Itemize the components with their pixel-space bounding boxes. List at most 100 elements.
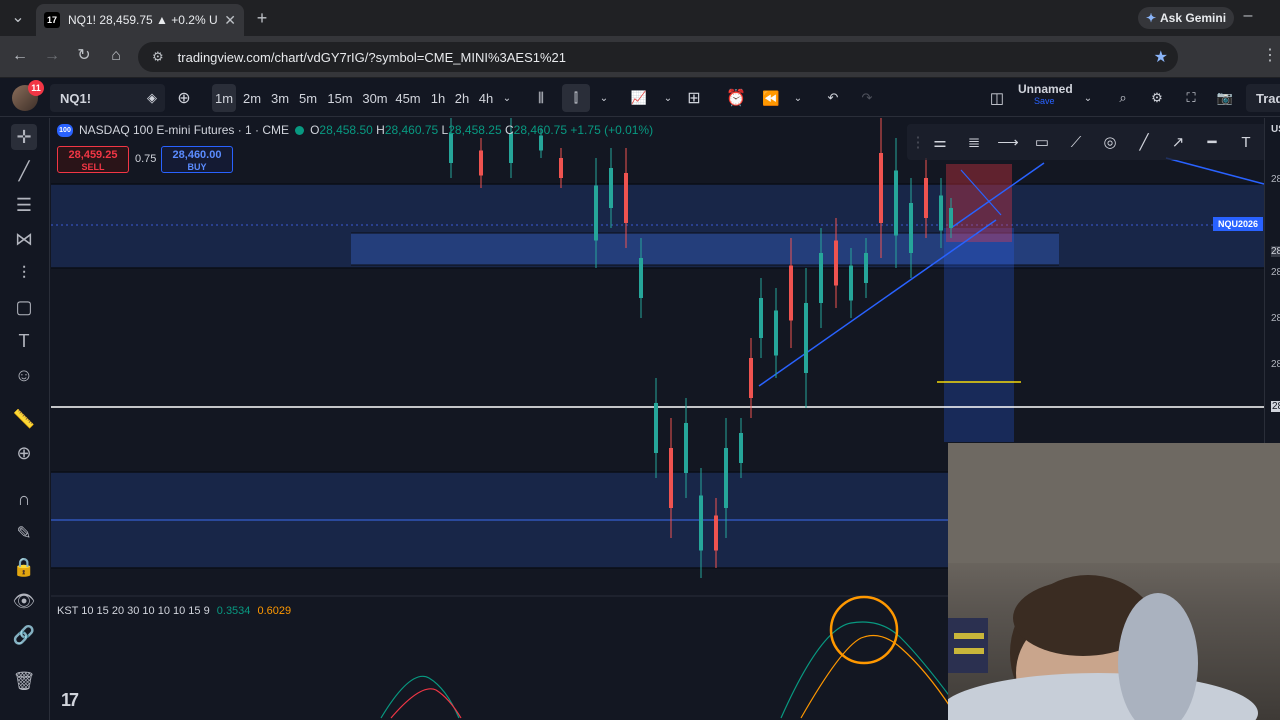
tradingview-logo[interactable]: 17 <box>61 690 79 711</box>
alert-icon[interactable]: ⏰ <box>726 79 746 117</box>
fib-icon[interactable]: ☰ <box>11 192 37 218</box>
candle-body <box>864 253 868 283</box>
rectangle-icon[interactable]: ▭ <box>1031 132 1053 154</box>
magnet-icon[interactable]: ∩ <box>11 486 37 512</box>
quick-search-icon[interactable]: ⌕ <box>1113 79 1133 117</box>
settings-icon[interactable]: ⚙ <box>1147 79 1167 117</box>
diamond-icon[interactable]: ◈ <box>143 79 161 117</box>
candle-body <box>759 298 763 338</box>
sell-button[interactable]: 28,459.25 SELL <box>57 146 129 173</box>
shapes-icon[interactable]: ▢ <box>11 294 37 320</box>
candle-body <box>699 495 703 551</box>
buy-price: 28,460.00 <box>172 149 222 161</box>
interval-4h[interactable]: 4h <box>474 79 498 117</box>
path-icon[interactable]: ⟋ <box>1065 132 1087 154</box>
text-tool-icon[interactable]: T <box>1235 132 1257 154</box>
interval-2m[interactable]: 2m <box>240 79 264 117</box>
bar-chart-icon[interactable]: ⫼ <box>532 79 550 117</box>
sell-label: SELL <box>81 162 105 172</box>
candle-body <box>749 358 753 398</box>
candle-body <box>774 310 778 356</box>
new-tab-button[interactable]: + <box>252 8 272 28</box>
layout-name-button[interactable]: Unnamed Save <box>1018 82 1090 114</box>
layout-grid-icon[interactable]: ⊞ <box>684 79 704 117</box>
stay-drawing-icon[interactable]: ✎ <box>11 520 37 546</box>
candle-body <box>834 240 838 286</box>
trade-button[interactable]: Trad <box>1246 84 1280 112</box>
address-bar[interactable]: ⚙ tradingview.com/chart/vdGY7rIG/?symbol… <box>138 42 1178 72</box>
forward-icon[interactable]: → <box>42 46 62 66</box>
chevron-down-icon[interactable]: ⌄ <box>598 79 610 117</box>
interval-1m[interactable]: 1m <box>212 84 236 112</box>
circle-icon[interactable]: ◎ <box>1099 132 1121 154</box>
candle-body <box>669 448 673 508</box>
buy-button[interactable]: 28,460.00 BUY <box>161 146 233 173</box>
ask-gemini-button[interactable]: ✦ Ask Gemini <box>1138 7 1234 29</box>
parallel-channel-icon[interactable]: ⚌ <box>929 132 951 154</box>
link-icon[interactable]: 🔗 <box>11 622 37 648</box>
emoji-icon[interactable]: ☺ <box>11 362 37 388</box>
reload-icon[interactable]: ↻ <box>74 46 94 66</box>
buy-label: BUY <box>187 162 207 172</box>
tv-header-toolbar: 11 NQ1! ◈ ⊕ 1m 2m 3m 5m 15m 30m 45m 1h 2h 4h ⌄ ⫼ … <box>0 79 1280 117</box>
replay-icon[interactable]: ⏪ <box>761 79 781 117</box>
pattern-icon[interactable]: ⋈ <box>11 226 37 252</box>
ray-icon[interactable]: ↗ <box>1167 132 1189 154</box>
menu-icon[interactable]: ⋮ <box>1260 46 1280 66</box>
tab-search-icon[interactable]: ⌄ <box>8 8 28 28</box>
trend-line-right <box>1165 157 1265 185</box>
symbol-title[interactable]: NASDAQ 100 E-mini Futures · 1 · CME <box>79 123 289 137</box>
minimize-window-icon[interactable]: – <box>1238 6 1258 26</box>
redo-icon[interactable]: ↷ <box>857 79 877 117</box>
currency-label: US <box>1271 124 1280 135</box>
chevron-down-icon[interactable]: ⌄ <box>1082 79 1094 117</box>
trash-icon[interactable]: 🗑 <box>11 668 37 694</box>
price-axis-label: 28 <box>1271 313 1280 324</box>
indicator-value-1: 0.3534 <box>216 605 251 617</box>
fullscreen-icon[interactable]: ⛶ <box>1181 79 1201 117</box>
lock-icon[interactable]: 🔒 <box>11 554 37 580</box>
line-icon[interactable]: ╱ <box>1133 132 1155 154</box>
notification-badge: 11 <box>28 80 44 96</box>
compare-add-icon[interactable]: ⊕ <box>175 79 193 117</box>
panel-layout-icon[interactable]: ◫ <box>987 79 1007 117</box>
tab-close-icon[interactable]: ✕ <box>224 12 236 29</box>
interval-3m[interactable]: 3m <box>268 79 292 117</box>
horizontal-line-icon[interactable]: ━ <box>1201 132 1223 154</box>
chevron-down-icon[interactable]: ⌄ <box>662 79 674 117</box>
candles-icon[interactable]: ⫿ <box>562 84 590 112</box>
zoom-in-icon[interactable]: ⊕ <box>11 440 37 466</box>
site-info-icon[interactable]: ⚙ <box>152 49 164 65</box>
fib-retracement-icon[interactable]: ≣ <box>963 132 985 154</box>
interval-1h[interactable]: 1h <box>426 79 450 117</box>
interval-5m[interactable]: 5m <box>296 79 320 117</box>
ohlc-values: O28,458.50 H28,460.75 L28,458.25 C28,460… <box>310 123 654 137</box>
forecast-icon[interactable]: ⫶ <box>11 260 37 286</box>
crosshair-icon[interactable]: ✛ <box>11 124 37 150</box>
candle-body <box>639 258 643 298</box>
horizontal-ray-icon[interactable]: ⟶ <box>997 132 1019 154</box>
back-icon[interactable]: ← <box>10 46 30 66</box>
bookmark-star-icon[interactable]: ★ <box>1154 47 1168 67</box>
trend-line-icon[interactable]: ╱ <box>11 158 37 184</box>
text-icon[interactable]: T <box>11 328 37 354</box>
chevron-down-icon[interactable]: ⌄ <box>792 79 804 117</box>
kst-line <box>380 675 460 719</box>
candle-body <box>509 133 513 163</box>
eye-icon[interactable]: 👁 <box>11 588 37 614</box>
camera-icon[interactable]: 📷 <box>1214 79 1236 117</box>
ruler-icon[interactable]: 📏 <box>11 406 37 432</box>
indicator-legend[interactable]: KST 10 15 20 30 10 10 10 15 9 0.3534 0.6… <box>57 605 291 617</box>
chevron-down-icon[interactable]: ⌄ <box>501 79 513 117</box>
ask-gemini-label: Ask Gemini <box>1160 11 1227 25</box>
indicators-icon[interactable]: 📈 <box>629 79 649 117</box>
interval-15m[interactable]: 15m <box>324 79 356 117</box>
url-text: tradingview.com/chart/vdGY7rIG/?symbol=C… <box>177 49 567 65</box>
undo-icon[interactable]: ↶ <box>823 79 843 117</box>
interval-45m[interactable]: 45m <box>392 79 424 117</box>
home-icon[interactable]: ⌂ <box>106 46 126 66</box>
interval-30m[interactable]: 30m <box>359 79 391 117</box>
drag-handle-icon[interactable]: ⋮ <box>907 132 929 154</box>
interval-2h[interactable]: 2h <box>450 79 474 117</box>
browser-tab[interactable]: 17 NQ1! 28,459.75 ▲ +0.2% Unna ✕ <box>36 4 244 36</box>
